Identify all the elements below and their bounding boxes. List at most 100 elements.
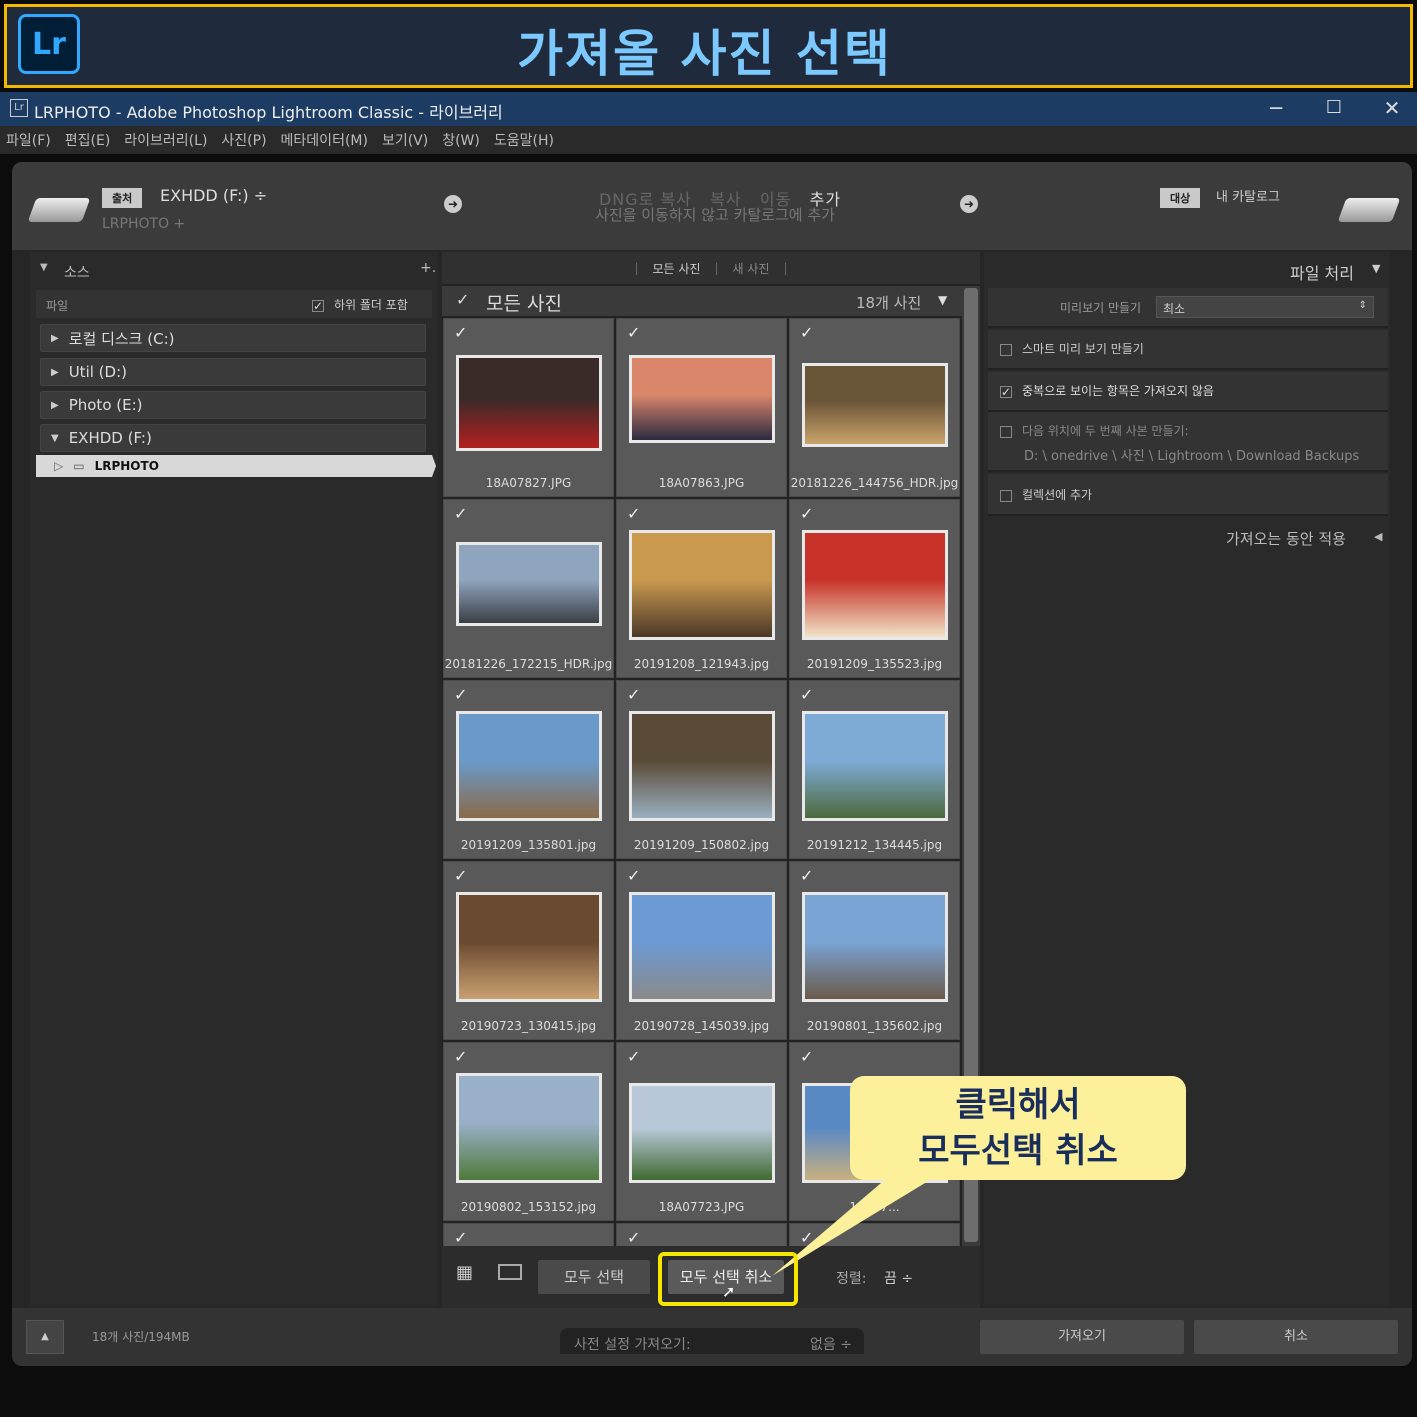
grid-view-icon[interactable]: ▦: [456, 1262, 473, 1283]
volume-f[interactable]: ▼ EXHDD (F:): [40, 424, 426, 452]
photo-thumbnail[interactable]: [802, 892, 948, 1002]
menu-photo[interactable]: 사진(P): [221, 130, 266, 150]
photo-cell[interactable]: ✓ 20190723_130415.jpg: [443, 861, 614, 1040]
import-button[interactable]: 가져오기: [980, 1320, 1184, 1354]
photo-checkbox[interactable]: ✓: [800, 325, 816, 341]
check-all-icon[interactable]: ✓: [456, 290, 469, 309]
menu-file[interactable]: 파일(F): [6, 130, 51, 150]
dest-drive-icon: [1337, 198, 1401, 222]
photo-thumbnail[interactable]: [456, 892, 602, 1002]
second-copy-row[interactable]: 다음 위치에 두 번째 사본 만들기: D: \ onedrive \ 사진 \…: [988, 412, 1388, 472]
menu-help[interactable]: 도움말(H): [494, 130, 554, 150]
photo-cell[interactable]: ✓ 20181226_172215_HDR.jpg: [443, 499, 614, 678]
tab-all-photos[interactable]: 모든 사진: [653, 260, 701, 277]
photo-checkbox[interactable]: ✓: [627, 687, 643, 703]
photo-thumbnail[interactable]: [802, 363, 948, 447]
source-drive-select[interactable]: EXHDD (F:) ÷: [160, 186, 267, 205]
loupe-view-icon[interactable]: [498, 1264, 522, 1280]
photo-checkbox[interactable]: ✓: [800, 1049, 816, 1065]
volume-label: EXHDD (F:): [68, 429, 152, 447]
photo-cell[interactable]: ✓ 20191209_150802.jpg: [616, 680, 787, 859]
photo-checkbox[interactable]: ✓: [627, 325, 643, 341]
photo-checkbox[interactable]: ✓: [627, 868, 643, 884]
menu-view[interactable]: 보기(V): [382, 130, 428, 150]
photo-cell[interactable]: ✓ 20190728_145039.jpg: [616, 861, 787, 1040]
checkbox-checked[interactable]: ✓: [1000, 385, 1012, 398]
callout-line-2: 모두선택 취소: [918, 1131, 1118, 1171]
preview-select[interactable]: 최소 ⇕: [1156, 296, 1374, 318]
expand-triangle-icon[interactable]: ◀: [1374, 530, 1382, 543]
collapse-triangle-icon[interactable]: ▼: [1372, 262, 1380, 275]
menu-window[interactable]: 창(W): [442, 130, 480, 150]
photo-checkbox[interactable]: ✓: [454, 506, 470, 522]
photo-cell[interactable]: ✓ 20191212_134445.jpg: [789, 680, 960, 859]
folder-lrphoto[interactable]: ▷ ▭ LRPHOTO: [36, 455, 436, 477]
photo-checkbox[interactable]: ✓: [454, 687, 470, 703]
photo-checkbox[interactable]: ✓: [627, 1230, 643, 1246]
source-panel-header[interactable]: ▼ 소스 +.: [30, 258, 438, 286]
cancel-button[interactable]: 취소: [1194, 1320, 1398, 1354]
photo-thumbnail[interactable]: [629, 711, 775, 821]
maximize-button[interactable]: ☐: [1306, 92, 1362, 126]
volume-e[interactable]: ▶ Photo (E:): [40, 391, 426, 419]
smart-preview-row[interactable]: 스마트 미리 보기 만들기: [988, 330, 1388, 370]
tab-new-photos[interactable]: 새 사진: [733, 260, 770, 277]
expand-up-icon[interactable]: ▲: [26, 1320, 64, 1354]
photo-cell[interactable]: ✓ 18A07863.JPG: [616, 318, 787, 497]
checkbox[interactable]: [1000, 425, 1012, 438]
menu-edit[interactable]: 편집(E): [65, 130, 111, 150]
checkbox[interactable]: [1000, 489, 1012, 502]
photo-cell[interactable]: ✓ 18A07723.JPG: [616, 1042, 787, 1221]
photo-cell[interactable]: ✓: [443, 1223, 614, 1246]
photo-checkbox[interactable]: ✓: [454, 868, 470, 884]
photo-cell[interactable]: ✓ 18A07827.JPG: [443, 318, 614, 497]
photo-checkbox[interactable]: ✓: [800, 687, 816, 703]
photo-cell[interactable]: ✓ 20191209_135523.jpg: [789, 499, 960, 678]
photo-filename: 20191209_135801.jpg: [460, 838, 597, 852]
minimize-button[interactable]: ─: [1248, 92, 1304, 126]
include-subfolders-checkbox[interactable]: ✓ 하위 폴더 포함: [312, 296, 408, 313]
photo-cell[interactable]: ✓ 20190802_153152.jpg: [443, 1042, 614, 1221]
add-to-collection-row[interactable]: 컬렉션에 추가: [988, 474, 1388, 516]
preset-value: 없음 ÷: [810, 1337, 852, 1353]
grid-header: ✓ 모든 사진 18개 사진 ▼: [442, 286, 962, 316]
photo-thumbnail[interactable]: [629, 892, 775, 1002]
photo-thumbnail[interactable]: [629, 530, 775, 640]
close-button[interactable]: ✕: [1364, 92, 1417, 126]
photo-cell[interactable]: ✓ 20190801_135602.jpg: [789, 861, 960, 1040]
dropdown-triangle-icon[interactable]: ▼: [938, 293, 947, 307]
photo-checkbox[interactable]: ✓: [627, 506, 643, 522]
arrow-right-icon: ➜: [960, 195, 978, 213]
photo-checkbox[interactable]: ✓: [454, 325, 470, 341]
photo-cell[interactable]: ✓ 20181226_144756_HDR.jpg: [789, 318, 960, 497]
photo-thumbnail[interactable]: [456, 1073, 602, 1183]
photo-thumbnail[interactable]: [629, 355, 775, 443]
photo-thumbnail[interactable]: [802, 530, 948, 640]
add-source-icon[interactable]: +.: [420, 260, 436, 276]
photo-checkbox[interactable]: ✓: [627, 1049, 643, 1065]
photo-thumbnail[interactable]: [802, 711, 948, 821]
volume-d[interactable]: ▶ Util (D:): [40, 358, 426, 386]
photo-thumbnail[interactable]: [629, 1083, 775, 1183]
photo-checkbox[interactable]: ✓: [800, 506, 816, 522]
dont-import-dupes-row[interactable]: ✓ 중복으로 보이는 항목은 가져오지 않음: [988, 372, 1388, 412]
photo-cell[interactable]: ✓ 20191209_135801.jpg: [443, 680, 614, 859]
menu-metadata[interactable]: 메타데이터(M): [281, 130, 368, 150]
import-preset-select[interactable]: 사전 설정 가져오기: 없음 ÷: [560, 1328, 864, 1354]
volume-c[interactable]: ▶ 로컬 디스크 (C:): [40, 324, 426, 352]
photo-checkbox[interactable]: ✓: [454, 1049, 470, 1065]
photo-thumbnail[interactable]: [456, 355, 602, 451]
photo-checkbox[interactable]: ✓: [454, 1230, 470, 1246]
apply-during-import-title[interactable]: 가져오는 동안 적용: [1226, 528, 1346, 549]
photo-checkbox[interactable]: ✓: [800, 868, 816, 884]
source-folder-path[interactable]: LRPHOTO +: [102, 216, 185, 232]
select-all-button[interactable]: 모두 선택: [538, 1260, 650, 1294]
photo-filename: 20190723_130415.jpg: [460, 1019, 597, 1033]
menu-library[interactable]: 라이브러리(L): [124, 130, 207, 150]
photo-thumbnail[interactable]: [456, 711, 602, 821]
checkbox[interactable]: [1000, 343, 1012, 356]
photo-thumbnail[interactable]: [456, 542, 602, 626]
photo-cell[interactable]: ✓: [616, 1223, 787, 1246]
expand-triangle-icon: ▶: [51, 332, 59, 344]
photo-cell[interactable]: ✓ 20191208_121943.jpg: [616, 499, 787, 678]
